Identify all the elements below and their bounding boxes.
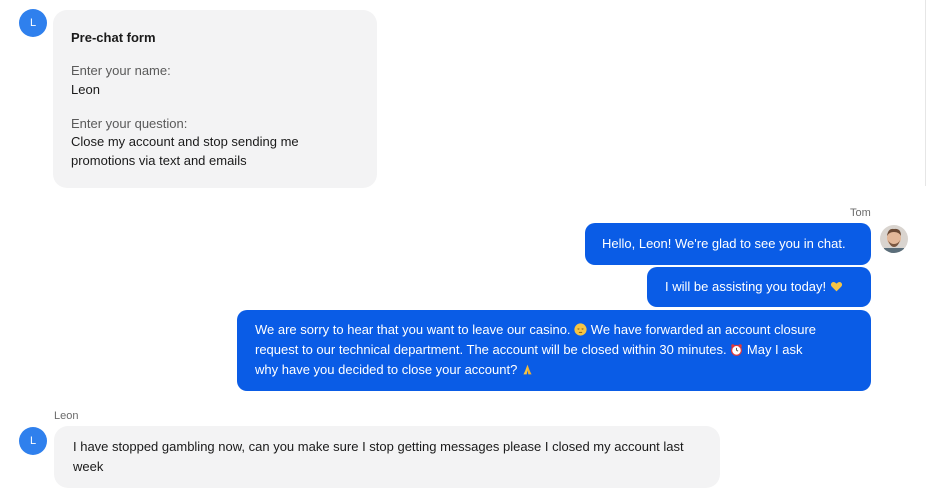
- visitor-reply-line-1: I have stopped gambling now, can you mak…: [73, 439, 684, 454]
- visitor-reply-line-2: week: [73, 459, 104, 474]
- visitor-avatar-initial: L: [29, 435, 37, 447]
- agent-message-assisting-text: I will be assisting you today!: [665, 279, 827, 294]
- chat-transcript: L Pre-chat form Enter your name: Leon En…: [0, 0, 926, 492]
- agent-message-greeting: Hello, Leon! We're glad to see you in ch…: [585, 223, 871, 265]
- prechat-form-title: Pre-chat form: [71, 30, 156, 45]
- agent-message-assisting-row: I will be assisting you today!: [665, 277, 843, 297]
- agent-message-closure-line-1: We are sorry to hear that you want to le…: [255, 320, 816, 340]
- agent-photo-icon: [880, 225, 908, 253]
- closure-text-1a: We are sorry to hear that you want to le…: [255, 322, 571, 337]
- question-label: Enter your question:: [71, 116, 188, 131]
- agent-message-closure: We are sorry to hear that you want to le…: [237, 310, 871, 391]
- agent-avatar: [880, 225, 908, 253]
- yellow-heart-icon: [830, 282, 842, 292]
- agent-message-closure-line-2: request to our technical department. The…: [255, 340, 803, 360]
- alarm-clock-icon: [731, 344, 743, 356]
- name-value: Leon: [71, 82, 100, 97]
- closure-text-1b: We have forwarded an account closure: [590, 322, 817, 337]
- agent-name-label: Tom: [850, 207, 871, 219]
- agent-message-greeting-text: Hello, Leon! We're glad to see you in ch…: [602, 236, 846, 251]
- visitor-avatar: L: [19, 9, 47, 37]
- visitor-avatar: L: [19, 427, 47, 455]
- name-label: Enter your name:: [71, 63, 171, 78]
- prechat-form-bubble: Pre-chat form Enter your name: Leon Ente…: [53, 10, 377, 188]
- visitor-message-reply: I have stopped gambling now, can you mak…: [54, 426, 720, 488]
- folded-hands-icon: [523, 364, 532, 375]
- visitor-avatar-initial: L: [29, 17, 37, 29]
- agent-message-closure-line-3: why have you decided to close your accou…: [255, 360, 534, 380]
- closure-text-2a: request to our technical department. The…: [255, 342, 727, 357]
- question-value-line-1: Close my account and stop sending me: [71, 134, 299, 149]
- visitor-name-label: Leon: [54, 410, 79, 422]
- question-value-line-2: promotions via text and emails: [71, 153, 247, 168]
- closure-text-3: why have you decided to close your accou…: [255, 362, 518, 377]
- closure-text-2b: May I ask: [746, 342, 803, 357]
- pensive-face-icon: [574, 323, 587, 336]
- agent-message-assisting: I will be assisting you today!: [647, 267, 871, 307]
